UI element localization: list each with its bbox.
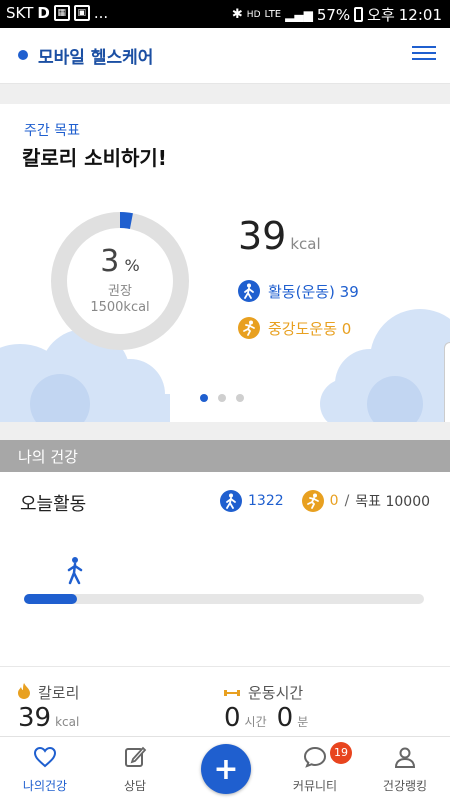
exercise-hours: 0 [224, 703, 241, 733]
page-dot[interactable] [236, 394, 244, 402]
app-dot-icon [18, 50, 28, 60]
my-health-title: 나의 건강 [18, 448, 78, 466]
signal-icon: ▂▄▆ [285, 7, 313, 22]
battery-percent: 57% [316, 5, 351, 24]
weekly-goal-card[interactable]: 주간 목표 칼로리 소비하기! 3 % 권장 1500kcal 39kcal [0, 104, 450, 422]
steps-progress-fill [24, 594, 77, 604]
calorie-stat: 칼로리 [18, 682, 79, 703]
battery-icon [354, 7, 364, 22]
dumbbell-icon [224, 684, 240, 702]
side-panel-handle[interactable] [444, 342, 450, 422]
nav-label: 건강랭킹 [382, 779, 428, 793]
activity-label: 활동(운동) 39 [268, 282, 359, 301]
app-title: 모바일 헬스케어 [38, 48, 154, 68]
exercise-time-value-group: 0 시간 0 분 [224, 703, 314, 733]
network-label: LTE [264, 9, 282, 20]
exercise-hours-unit: 시간 [244, 715, 267, 729]
exercise-time-label: 운동시간 [248, 684, 304, 702]
nav-ranking[interactable]: 건강랭킹 [360, 737, 450, 801]
page-dot[interactable] [218, 394, 226, 402]
page-indicator[interactable] [200, 394, 244, 402]
section-gap [0, 422, 450, 440]
exercise-minutes: 0 [276, 703, 294, 733]
weekly-goal-title: 칼로리 소비하기! [22, 146, 167, 170]
weekly-goal-label: 주간 목표 [24, 123, 80, 139]
section-gap [0, 84, 450, 104]
menu-button[interactable] [412, 42, 436, 66]
calorie-value: 39 [18, 703, 52, 733]
nav-label: 커뮤니티 [292, 779, 338, 793]
add-button[interactable]: + [201, 744, 251, 794]
moderate-exercise-row: 중강도운동 0 [238, 317, 351, 339]
steps-value: 1322 [248, 493, 284, 509]
d-icon: D [37, 4, 50, 22]
nav-label: 나의건강 [22, 779, 68, 793]
run-value: 0 [329, 493, 339, 509]
status-left: SKT D ▦ ▣ ... [6, 4, 108, 22]
menu-line [412, 52, 436, 54]
steps-progress-track [24, 594, 424, 604]
hd-voice-icon: HD [246, 9, 261, 20]
goal-percent: 3 % [50, 244, 190, 279]
calorie-label: 칼로리 [38, 684, 80, 702]
time-ampm: 오후 [367, 6, 395, 24]
bluetooth-icon: ✱ [231, 7, 243, 22]
exercise-time-stat: 운동시간 [224, 682, 303, 703]
goal-percent-value: 3 [100, 244, 120, 279]
activity-row: 활동(운동) 39 [238, 280, 359, 302]
flame-icon [18, 682, 30, 703]
today-activity-stats: 1322 0 / 목표 10000 [220, 490, 430, 512]
heart-icon [33, 746, 57, 768]
menu-line [412, 46, 436, 48]
bus-icon: ▦ [53, 5, 70, 21]
nav-label: 상담 [123, 779, 147, 793]
moderate-exercise-label: 중강도운동 0 [268, 319, 352, 338]
goal-separator: / [344, 493, 350, 509]
chat-icon [303, 746, 327, 768]
edit-icon [125, 746, 147, 767]
divider [0, 666, 450, 667]
weekly-kcal-value: 39 [238, 214, 287, 258]
page-dot[interactable] [200, 394, 208, 402]
status-bar: SKT D ▦ ▣ ... ✱ HD LTE ▂▄▆ 57% 오후 12:01 [0, 0, 450, 28]
app-header: 모바일 헬스케어 [0, 28, 450, 84]
calorie-value-group: 39 kcal [18, 703, 79, 733]
weekly-kcal: 39 kcal [238, 214, 321, 258]
time-clock: 12:01 [398, 5, 442, 24]
gallery-icon: ▣ [73, 5, 90, 21]
carrier-label: SKT [6, 4, 34, 22]
steps-goal: 목표 10000 [355, 494, 431, 510]
exercise-minutes-unit: 분 [297, 715, 309, 729]
nav-my-health[interactable]: 나의건강 [0, 737, 90, 801]
walk-icon [220, 490, 242, 512]
more-notifications-icon: ... [93, 4, 109, 22]
weekly-kcal-unit: kcal [290, 235, 321, 253]
community-badge: 19 [330, 742, 352, 764]
nav-consult[interactable]: 상담 [90, 737, 180, 801]
person-icon [394, 747, 416, 768]
run-icon [301, 490, 324, 512]
menu-line [412, 58, 436, 60]
walker-marker-icon [67, 557, 83, 585]
calorie-unit: kcal [55, 715, 80, 729]
run-icon [238, 317, 260, 339]
recommended-value: 1500kcal [90, 300, 150, 315]
status-right: ✱ HD LTE ▂▄▆ 57% 오후 12:01 [232, 4, 442, 25]
recommended-label: 권장 [108, 284, 132, 299]
today-activity-title: 오늘활동 [20, 494, 87, 515]
my-health-header: 나의 건강 [0, 440, 450, 472]
walk-icon [238, 280, 260, 302]
goal-percent-unit: % [124, 256, 140, 275]
